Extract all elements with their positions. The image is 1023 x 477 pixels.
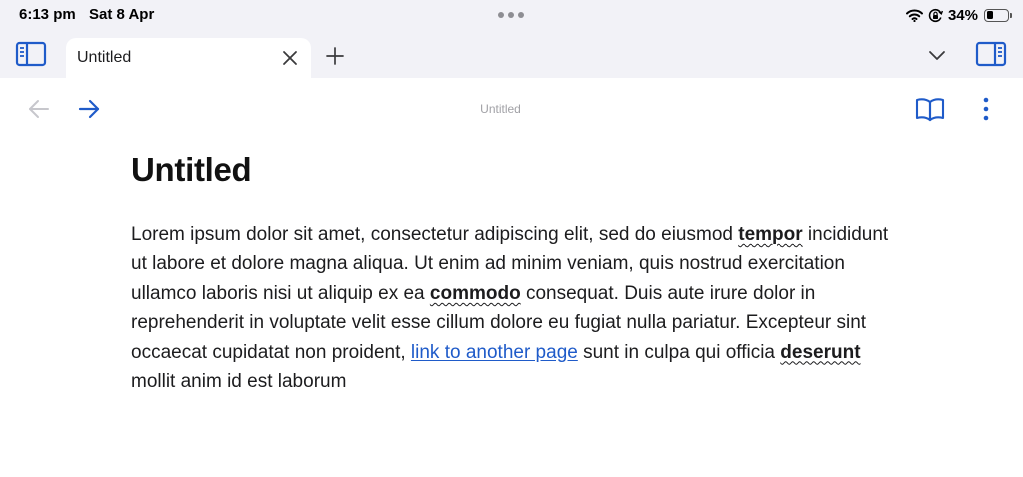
ellipsis-vertical-icon[interactable] [978, 96, 994, 122]
tab-bar: Untitled [0, 30, 1023, 78]
sidebar-right-icon[interactable] [975, 40, 1007, 68]
paragraph-text: mollit anim id est laborum [131, 371, 347, 393]
status-bar: 6:13 pm Sat 8 Apr 34% [0, 0, 1023, 30]
paragraph-text: Lorem ipsum dolor sit amet, consectetur … [131, 224, 739, 245]
plus-icon[interactable] [325, 46, 345, 66]
page-title-small: Untitled [480, 102, 521, 116]
misspelled-word[interactable]: tempor [738, 224, 802, 245]
chevron-down-icon[interactable] [927, 49, 947, 61]
battery-fill [986, 11, 993, 19]
status-indicators: 34% [905, 5, 1012, 25]
battery-percent: 34% [947, 6, 978, 24]
page-heading[interactable]: Untitled [131, 150, 901, 190]
tab-title: Untitled [77, 49, 132, 66]
wifi-icon [905, 9, 923, 22]
navigation-bar: Untitled [0, 78, 1023, 140]
page-link[interactable]: link to another page [411, 342, 578, 363]
document-content[interactable]: Untitled Lorem ipsum dolor sit amet, con… [131, 150, 901, 396]
close-icon[interactable] [281, 49, 299, 67]
book-icon[interactable] [915, 96, 945, 122]
misspelled-word[interactable]: commodo [430, 283, 521, 304]
tab-untitled[interactable]: Untitled [66, 38, 311, 78]
multitasking-icon[interactable] [498, 11, 524, 19]
paragraph-text: sunt in culpa qui officia [577, 341, 781, 363]
body-paragraph[interactable]: Lorem ipsum dolor sit amet, consectetur … [131, 220, 901, 396]
status-time: 6:13 pm [19, 6, 76, 23]
misspelled-word[interactable]: deserunt [780, 342, 860, 363]
orientation-lock-icon [928, 8, 943, 23]
battery-icon [984, 8, 1012, 22]
sidebar-left-icon[interactable] [15, 40, 47, 68]
status-date: Sat 8 Apr [89, 6, 155, 23]
